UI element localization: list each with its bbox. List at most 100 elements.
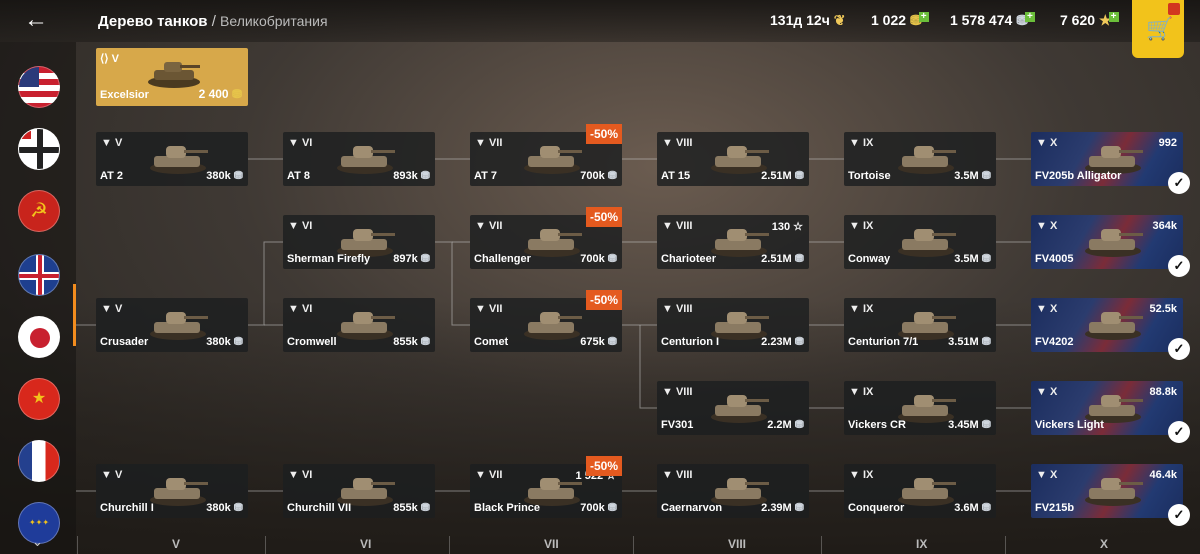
silver-coin-icon: ⛃ xyxy=(794,170,804,182)
tank-card[interactable]: ▼ VI Cromwell 855k ⛃ xyxy=(283,298,435,352)
tank-card[interactable]: ▼ X FV205b Alligator 992 xyxy=(1031,132,1183,186)
tank-tier: ▼ V xyxy=(101,303,123,315)
tank-card[interactable]: ▼ X Vickers Light 88.8k xyxy=(1031,381,1183,435)
silver-coin-icon: ⛃ xyxy=(420,253,430,265)
tank-name: Comet xyxy=(474,336,509,348)
tank-name: Challenger xyxy=(474,253,531,265)
tank-card[interactable]: ▼ X FV215b 46.4k xyxy=(1031,464,1183,518)
tank-name: AT 7 xyxy=(474,170,498,182)
tank-card[interactable]: ▼ IX Vickers CR 3.45M ⛃ xyxy=(844,381,996,435)
tank-price: 675k ⛃ xyxy=(580,336,617,348)
tier-divider xyxy=(265,536,266,554)
tank-card[interactable]: ▼ VIII FV301 2.2M ⛃ xyxy=(657,381,809,435)
tank-card[interactable]: ▼ VIII Charioteer 2.51M ⛃ 130 ☆ xyxy=(657,215,809,269)
tank-image xyxy=(150,312,208,340)
tank-price: 3.45M ⛃ xyxy=(948,419,991,431)
tank-extra-value: 992 xyxy=(1158,137,1177,149)
silver-coin-icon: ⛃ xyxy=(420,170,430,182)
tank-card[interactable]: ▼ VIII Caernarvon 2.39M ⛃ xyxy=(657,464,809,518)
silver-coin-icon: ⛃ xyxy=(794,253,804,265)
tank-price: 700k ⛃ xyxy=(580,253,617,265)
tank-card[interactable]: ▼ VI Sherman Firefly 897k ⛃ xyxy=(283,215,435,269)
tank-tier: ▼ IX xyxy=(849,303,874,315)
tank-price: 893k ⛃ xyxy=(393,170,430,182)
silver-coin-icon: ⛃ xyxy=(420,502,430,514)
researched-check-icon: ✓ xyxy=(1168,421,1190,443)
tank-name: Vickers Light xyxy=(1035,419,1104,431)
tank-tier: ▼ IX xyxy=(849,220,874,232)
tank-card[interactable]: ▼ V AT 2 380k ⛃ xyxy=(96,132,248,186)
tank-card[interactable]: ▼ IX Centurion 7/1 3.51M ⛃ xyxy=(844,298,996,352)
silver-coin-icon: ⛃ xyxy=(233,170,243,182)
tank-price: 3.5M ⛃ xyxy=(954,170,991,182)
tank-card[interactable]: ▼ IX Conqueror 3.6M ⛃ xyxy=(844,464,996,518)
discount-badge: -50% xyxy=(586,207,623,227)
silver-coin-icon: ⛃ xyxy=(607,253,617,265)
tank-name: FV301 xyxy=(661,419,694,431)
tank-price: 380k ⛃ xyxy=(206,170,243,182)
tank-name: Cromwell xyxy=(287,336,337,348)
tank-card[interactable]: ▼ X FV4202 52.5k xyxy=(1031,298,1183,352)
tank-tier: ▼ X xyxy=(1036,303,1058,315)
tank-card[interactable]: ▼ VIII Centurion I 2.23M ⛃ xyxy=(657,298,809,352)
silver-coin-icon: ⛃ xyxy=(794,419,804,431)
tank-tier: ▼ VII xyxy=(475,220,503,232)
silver-coin-icon: ⛃ xyxy=(607,170,617,182)
tank-name: Sherman Firefly xyxy=(287,253,371,265)
tank-image xyxy=(150,478,208,506)
silver-coin-icon: ⛃ xyxy=(981,336,991,348)
tank-price: 700k ⛃ xyxy=(580,502,617,514)
tank-price: 2.39M ⛃ xyxy=(761,502,804,514)
tank-name: Churchill VII xyxy=(287,502,352,514)
tier-divider xyxy=(821,536,822,554)
tank-card[interactable]: ▼ X FV4005 364k xyxy=(1031,215,1183,269)
tank-card[interactable]: ▼ IX Tortoise 3.5M ⛃ xyxy=(844,132,996,186)
tank-tier: ▼ VIII xyxy=(662,386,693,398)
silver-coin-icon: ⛃ xyxy=(981,253,991,265)
silver-coin-icon: ⛃ xyxy=(233,502,243,514)
researched-check-icon: ✓ xyxy=(1168,172,1190,194)
tier-divider xyxy=(1005,536,1006,554)
tank-tier: ▼ IX xyxy=(849,469,874,481)
tank-card[interactable]: ▼ IX Conway 3.5M ⛃ xyxy=(844,215,996,269)
tank-name: Centurion I xyxy=(661,336,720,348)
tank-tier: ▼ X xyxy=(1036,137,1058,149)
tank-name: FV4202 xyxy=(1035,336,1074,348)
silver-coin-icon: ⛃ xyxy=(794,502,804,514)
tier-divider xyxy=(449,536,450,554)
tank-card[interactable]: ▼ V Crusader 380k ⛃ xyxy=(96,298,248,352)
tank-card[interactable]: ▼ VI Churchill VII 855k ⛃ xyxy=(283,464,435,518)
tier-label: VIII xyxy=(728,537,747,551)
tank-price: 2.51M ⛃ xyxy=(761,253,804,265)
tank-price: 3.51M ⛃ xyxy=(948,336,991,348)
tank-name: Caernarvon xyxy=(661,502,723,514)
tank-name: Conway xyxy=(848,253,891,265)
tank-card[interactable]: ▼ V Churchill I 380k ⛃ xyxy=(96,464,248,518)
tank-image xyxy=(711,395,769,423)
tank-name: Black Prince xyxy=(474,502,541,514)
tank-tier: ▼ VIII xyxy=(662,137,693,149)
tank-card[interactable]: ▼ VI AT 8 893k ⛃ xyxy=(283,132,435,186)
discount-badge: -50% xyxy=(586,456,623,476)
tank-card[interactable]: ▼ VIII AT 15 2.51M ⛃ xyxy=(657,132,809,186)
tank-tier: ▼ V xyxy=(101,469,123,481)
researched-check-icon: ✓ xyxy=(1168,338,1190,360)
tank-tier: ▼ VIII xyxy=(662,220,693,232)
tank-name: AT 2 xyxy=(100,170,124,182)
tank-tier: ▼ VII xyxy=(475,137,503,149)
tank-price: 700k ⛃ xyxy=(580,170,617,182)
tank-image xyxy=(1085,312,1143,340)
tank-image xyxy=(898,229,956,257)
silver-coin-icon: ⛃ xyxy=(233,336,243,348)
tank-tier: ▼ X xyxy=(1036,220,1058,232)
silver-coin-icon: ⛃ xyxy=(794,336,804,348)
tank-price: 380k ⛃ xyxy=(206,336,243,348)
tank-tier: ▼ VI xyxy=(288,469,313,481)
tank-name: AT 8 xyxy=(287,170,311,182)
tank-name: FV205b Alligator xyxy=(1035,170,1122,182)
tank-tier: ▼ X xyxy=(1036,386,1058,398)
silver-coin-icon: ⛃ xyxy=(607,336,617,348)
tank-tier: ▼ IX xyxy=(849,137,874,149)
tank-image xyxy=(524,312,582,340)
tank-price: 2.51M ⛃ xyxy=(761,170,804,182)
